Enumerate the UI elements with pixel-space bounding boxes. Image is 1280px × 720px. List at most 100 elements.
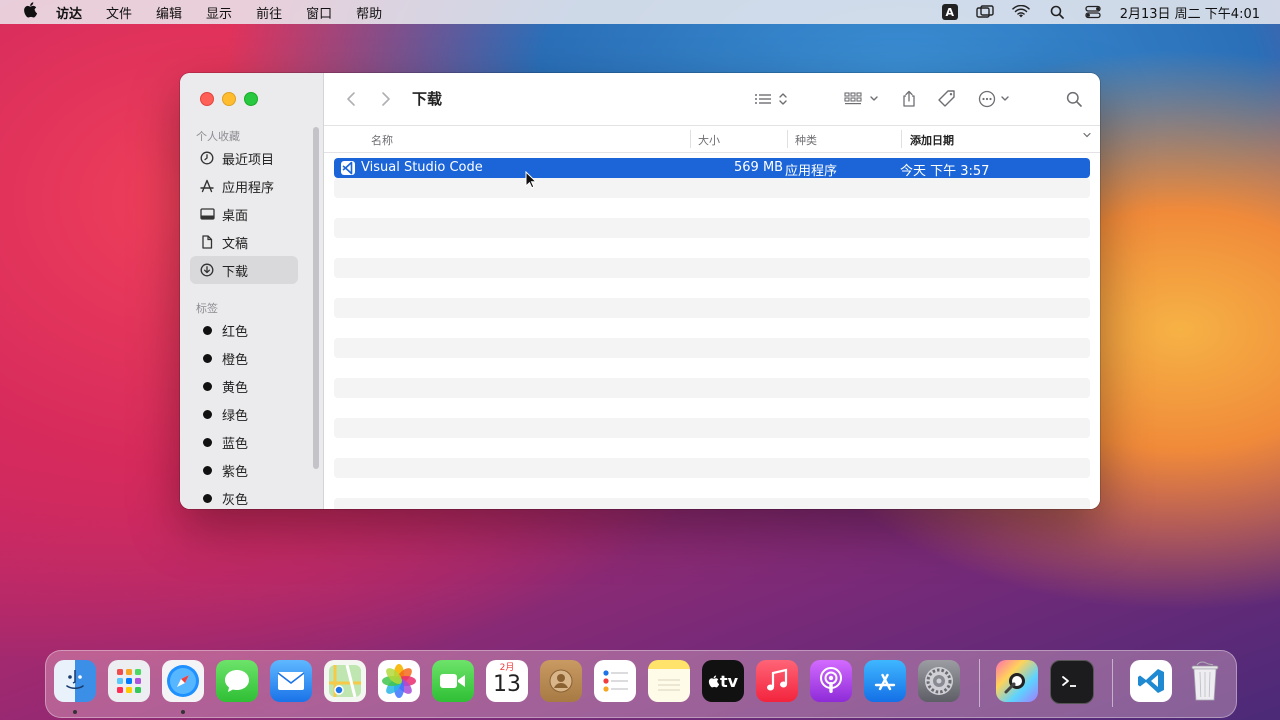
color-picker-dock-icon[interactable] xyxy=(996,660,1038,702)
empty-row xyxy=(334,338,1090,358)
sidebar-item-label: 文稿 xyxy=(222,236,249,252)
empty-row xyxy=(334,498,1090,509)
sidebar-item-recents[interactable]: 最近项目 xyxy=(190,144,298,172)
system-preferences-dock-icon[interactable] xyxy=(918,660,960,702)
close-button[interactable] xyxy=(200,92,214,106)
terminal-dock-icon[interactable] xyxy=(1050,660,1094,704)
menu-file[interactable]: 文件 xyxy=(106,3,132,22)
finder-window: 个人收藏 最近项目 应用程序 桌面 文稿 下载 标签 红色 橙色 黄色 绿色 蓝… xyxy=(180,73,1100,509)
sidebar-tag-orange[interactable]: 橙色 xyxy=(190,344,298,372)
sidebar-item-label: 橙色 xyxy=(222,352,249,368)
empty-row xyxy=(334,378,1090,398)
menu-finder[interactable]: 访达 xyxy=(56,3,82,22)
tag-dot-icon xyxy=(199,350,215,366)
trash-dock-icon[interactable] xyxy=(1184,660,1226,702)
empty-row xyxy=(334,258,1090,278)
back-button[interactable] xyxy=(342,89,360,109)
wifi-icon[interactable] xyxy=(1011,5,1030,19)
vscode-dock-icon[interactable] xyxy=(1130,660,1172,702)
minimize-button[interactable] xyxy=(222,92,236,106)
mail-dock-icon[interactable] xyxy=(270,660,312,702)
document-icon xyxy=(199,234,215,250)
screen-mirroring-icon[interactable] xyxy=(976,5,994,19)
menu-window[interactable]: 窗口 xyxy=(306,3,332,22)
tag-dot-icon xyxy=(199,406,215,422)
sidebar-item-label: 黄色 xyxy=(222,380,249,396)
dock: 2月 13 tv xyxy=(45,650,1237,718)
file-date-added: 今天 下午 3:57 xyxy=(900,164,990,179)
file-row-vscode[interactable]: Visual Studio Code 569 MB 应用程序 今天 下午 3:5… xyxy=(334,158,1090,179)
window-title: 下载 xyxy=(412,90,443,108)
tags-header: 标签 xyxy=(196,302,218,315)
empty-row xyxy=(334,218,1090,238)
apple-menu-icon[interactable] xyxy=(20,2,40,22)
app-store-dock-icon[interactable] xyxy=(864,660,906,702)
tag-dot-icon xyxy=(199,462,215,478)
file-size: 569 MB xyxy=(734,160,784,175)
column-kind[interactable]: 种类 xyxy=(795,132,817,148)
contacts-dock-icon[interactable] xyxy=(540,660,582,702)
messages-dock-icon[interactable] xyxy=(216,660,258,702)
sidebar-tag-purple[interactable]: 紫色 xyxy=(190,456,298,484)
sidebar-tag-yellow[interactable]: 黄色 xyxy=(190,372,298,400)
column-header: 名称 大小 种类 添加日期 xyxy=(324,126,1100,153)
share-icon[interactable] xyxy=(900,89,918,109)
music-dock-icon[interactable] xyxy=(756,660,798,702)
sidebar-item-downloads[interactable]: 下载 xyxy=(190,256,298,284)
launchpad-dock-icon[interactable] xyxy=(108,660,150,702)
facetime-dock-icon[interactable] xyxy=(432,660,474,702)
sidebar-item-label: 紫色 xyxy=(222,464,249,480)
calendar-day: 13 xyxy=(493,672,521,697)
empty-row xyxy=(334,458,1090,478)
column-name[interactable]: 名称 xyxy=(371,132,393,148)
maps-dock-icon[interactable] xyxy=(324,660,366,702)
reminders-dock-icon[interactable] xyxy=(594,660,636,702)
column-date-added[interactable]: 添加日期 xyxy=(910,132,954,148)
empty-row xyxy=(334,178,1090,198)
notes-dock-icon[interactable] xyxy=(648,660,690,702)
sidebar-item-desktop[interactable]: 桌面 xyxy=(190,200,298,228)
podcasts-dock-icon[interactable] xyxy=(810,660,852,702)
sidebar-tag-green[interactable]: 绿色 xyxy=(190,400,298,428)
tag-icon[interactable] xyxy=(936,89,958,109)
dock-separator xyxy=(979,659,980,707)
sidebar-tag-red[interactable]: 红色 xyxy=(190,316,298,344)
file-kind: 应用程序 xyxy=(785,164,838,179)
sort-chevron-icon[interactable] xyxy=(1082,130,1092,143)
sidebar-item-applications[interactable]: 应用程序 xyxy=(190,172,298,200)
spotlight-search-icon[interactable] xyxy=(1048,5,1066,19)
favorites-header: 个人收藏 xyxy=(196,130,240,143)
menubar-clock[interactable]: 2月13日 周二 下午4:01 xyxy=(1120,3,1260,22)
finder-dock-icon[interactable] xyxy=(54,660,96,702)
more-actions-button[interactable] xyxy=(977,89,1013,109)
tag-dot-icon xyxy=(199,322,215,338)
sidebar-tag-blue[interactable]: 蓝色 xyxy=(190,428,298,456)
safari-dock-icon[interactable] xyxy=(162,660,204,702)
group-button[interactable] xyxy=(842,89,882,109)
zoom-button[interactable] xyxy=(244,92,258,106)
calendar-dock-icon[interactable]: 2月 13 xyxy=(486,660,528,702)
running-indicator xyxy=(73,710,77,714)
menu-help[interactable]: 帮助 xyxy=(356,3,382,22)
sidebar-item-documents[interactable]: 文稿 xyxy=(190,228,298,256)
sidebar-tag-gray[interactable]: 灰色 xyxy=(190,484,298,509)
sidebar-scrollbar[interactable] xyxy=(313,127,319,469)
photos-dock-icon[interactable] xyxy=(378,660,420,702)
menu-view[interactable]: 显示 xyxy=(206,3,232,22)
input-method-icon[interactable]: A xyxy=(941,4,958,20)
menu-edit[interactable]: 编辑 xyxy=(156,3,182,22)
running-indicator xyxy=(181,710,185,714)
search-button[interactable] xyxy=(1064,89,1084,109)
empty-row xyxy=(334,298,1090,318)
forward-button[interactable] xyxy=(377,89,395,109)
sidebar: 个人收藏 最近项目 应用程序 桌面 文稿 下载 标签 红色 橙色 黄色 绿色 蓝… xyxy=(180,73,324,509)
menu-go[interactable]: 前往 xyxy=(256,3,282,22)
sidebar-item-label: 下载 xyxy=(222,264,249,280)
view-mode-button[interactable] xyxy=(752,89,792,109)
sidebar-item-label: 灰色 xyxy=(222,492,249,508)
tag-dot-icon xyxy=(199,378,215,394)
control-center-icon[interactable] xyxy=(1084,5,1102,19)
apple-tv-dock-icon[interactable]: tv xyxy=(702,660,744,702)
column-size[interactable]: 大小 xyxy=(698,132,720,148)
window-controls xyxy=(200,92,258,106)
